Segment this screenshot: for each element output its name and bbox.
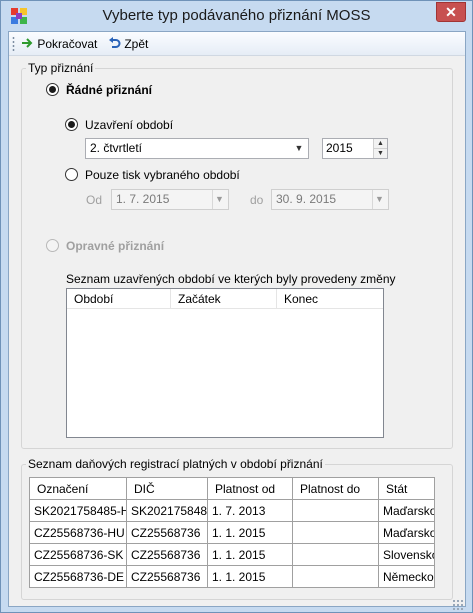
pouze-tisk-label[interactable]: Pouze tisk vybraného období	[85, 168, 240, 182]
table-row[interactable]: CZ25568736-HU CZ25568736 1. 1. 2015 Maďa…	[29, 521, 435, 544]
column-header-stat[interactable]: Stát	[378, 477, 435, 500]
chevron-down-icon: ▼	[372, 190, 386, 209]
pouze-tisk-radio[interactable]	[65, 168, 78, 181]
od-date-value: 1. 7. 2015	[116, 192, 170, 206]
radne-priznani-radio[interactable]	[46, 83, 59, 96]
column-header-platnost-od[interactable]: Platnost od	[207, 477, 293, 500]
cell-dic: CZ25568736	[126, 565, 208, 588]
cell-platnost-od: 1. 1. 2015	[207, 543, 293, 566]
toolbar: Pokračovat Zpět	[9, 32, 465, 56]
table-header-row: Označení DIČ Platnost od Platnost do Stá…	[29, 477, 435, 500]
uzavreni-obdobi-radio[interactable]	[65, 118, 78, 131]
closed-periods-caption: Seznam uzavřených období ve kterých byly…	[66, 272, 396, 286]
close-button[interactable]: ✕	[436, 2, 466, 22]
continue-label: Pokračovat	[37, 37, 98, 51]
opravne-priznani-radio	[46, 239, 59, 252]
table-row[interactable]: CZ25568736-DE CZ25568736 1. 1. 2015 Něme…	[29, 565, 435, 588]
continue-button[interactable]: Pokračovat	[21, 36, 97, 52]
cell-oznaceni: CZ25568736-DE	[29, 565, 127, 588]
table-row[interactable]: SK2021758485-HU SK2021758485 1. 7. 2013 …	[29, 499, 435, 522]
cell-platnost-do	[292, 543, 379, 566]
cell-platnost-do	[292, 565, 379, 588]
do-date-value: 30. 9. 2015	[276, 192, 337, 206]
resize-grip[interactable]	[452, 599, 464, 611]
cell-dic: CZ25568736	[126, 521, 208, 544]
uzavreni-obdobi-label[interactable]: Uzavření období	[85, 118, 173, 132]
dialog-window: Vyberte typ podávaného přiznání MOSS ✕ P…	[0, 0, 473, 613]
column-header-oznaceni[interactable]: Označení	[29, 477, 127, 500]
radne-priznani-label[interactable]: Řádné přiznání	[66, 83, 152, 97]
registrace-table[interactable]: Označení DIČ Platnost od Platnost do Stá…	[29, 477, 435, 588]
title-bar[interactable]: Vyberte typ podávaného přiznání MOSS ✕	[1, 1, 472, 31]
typ-priznani-label: Typ přiznání	[26, 61, 96, 75]
od-label: Od	[86, 193, 103, 207]
spin-buttons: ▲ ▼	[373, 139, 387, 158]
cell-platnost-od: 1. 1. 2015	[207, 565, 293, 588]
year-value: 2015	[326, 141, 353, 155]
cell-stat: Maďarsko	[378, 521, 435, 544]
back-label: Zpět	[124, 37, 149, 51]
chevron-down-icon: ▼	[212, 190, 226, 209]
cell-oznaceni: CZ25568736-SK	[29, 543, 127, 566]
column-header-platnost-do[interactable]: Platnost do	[292, 477, 379, 500]
toolbar-grip[interactable]	[12, 36, 15, 52]
cell-dic: CZ25568736	[126, 543, 208, 566]
cell-platnost-od: 1. 7. 2013	[207, 499, 293, 522]
back-button[interactable]: Zpět	[108, 36, 148, 52]
cell-platnost-od: 1. 1. 2015	[207, 521, 293, 544]
spin-down-icon[interactable]: ▼	[374, 148, 387, 157]
cell-stat: Německo	[378, 565, 435, 588]
column-header-konec[interactable]: Konec	[277, 289, 383, 309]
column-header-dic[interactable]: DIČ	[126, 477, 208, 500]
do-label: do	[250, 193, 264, 207]
column-header-obdobi[interactable]: Období	[67, 289, 171, 309]
opravne-priznani-label: Opravné přiznání	[66, 239, 165, 253]
cell-oznaceni: SK2021758485-HU	[29, 499, 127, 522]
closed-periods-header: Období Začátek Konec	[67, 289, 383, 309]
cell-dic: SK2021758485	[126, 499, 208, 522]
period-value: 2. čtvrtletí	[90, 141, 143, 155]
cell-oznaceni: CZ25568736-HU	[29, 521, 127, 544]
period-select[interactable]: 2. čtvrtletí ▼	[85, 138, 309, 159]
od-date-select: 1. 7. 2015 ▼	[111, 189, 229, 210]
do-date-select: 30. 9. 2015 ▼	[271, 189, 389, 210]
column-header-zacatek[interactable]: Začátek	[171, 289, 277, 309]
chevron-down-icon: ▼	[294, 143, 304, 153]
closed-periods-grid[interactable]: Období Začátek Konec	[66, 288, 384, 438]
window-title: Vyberte typ podávaného přiznání MOSS	[102, 7, 371, 24]
cell-platnost-do	[292, 521, 379, 544]
cell-platnost-do	[292, 499, 379, 522]
close-icon: ✕	[445, 4, 457, 20]
cell-stat: Slovensko	[378, 543, 435, 566]
dialog-client-area: Pokračovat Zpět Typ přiznání Řádné přizn…	[8, 31, 466, 607]
undo-icon	[109, 37, 121, 48]
table-row[interactable]: CZ25568736-SK CZ25568736 1. 1. 2015 Slov…	[29, 543, 435, 566]
registrace-group-label: Seznam daňových registrací platných v ob…	[26, 457, 325, 471]
cell-stat: Maďarsko	[378, 499, 435, 522]
spin-up-icon[interactable]: ▲	[374, 139, 387, 148]
arrow-right-icon	[22, 38, 33, 48]
year-spinner[interactable]: 2015 ▲ ▼	[322, 138, 388, 159]
